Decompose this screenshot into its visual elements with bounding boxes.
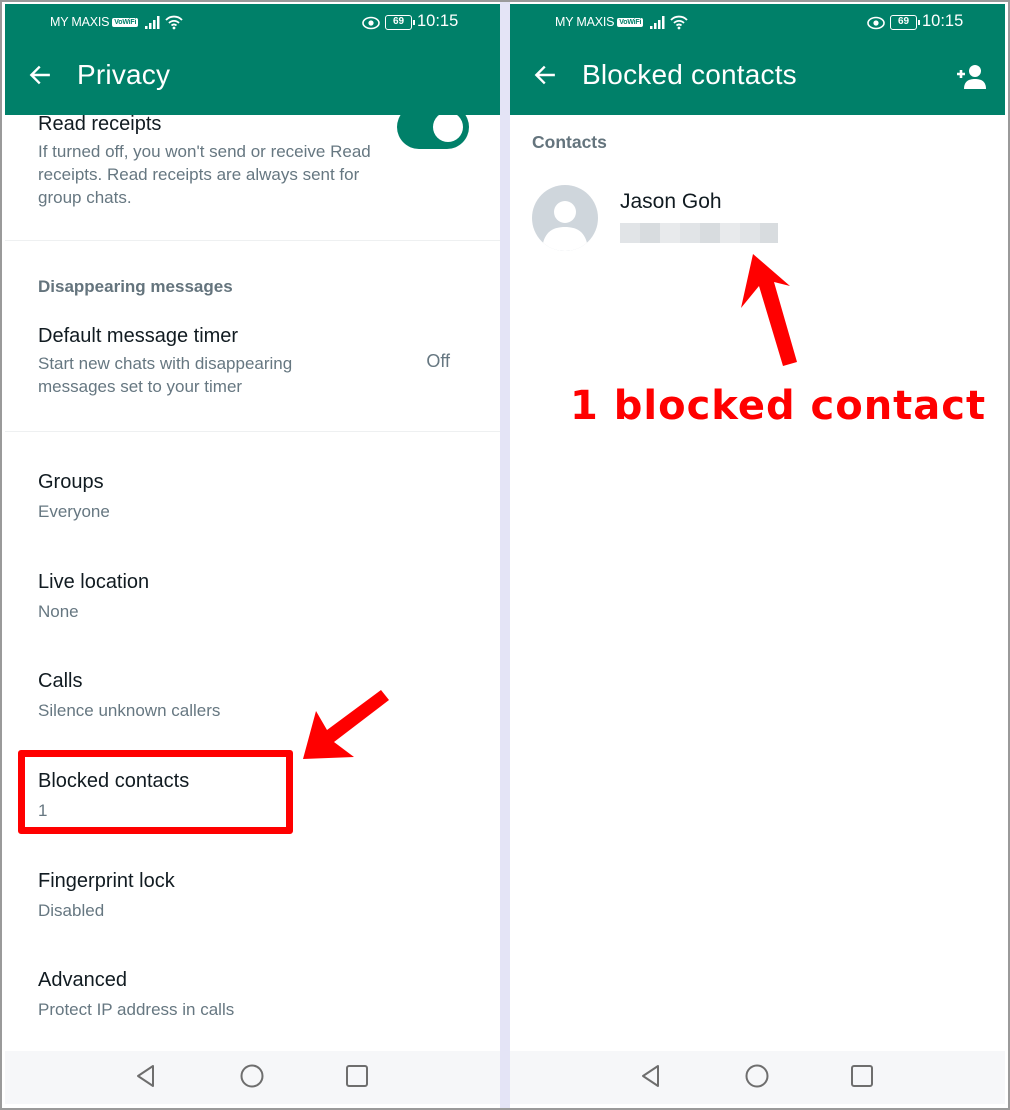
signal-icon	[650, 16, 665, 29]
privacy-screen: MY MAXIS VoWiFi 69 10:15 Privacy Read rec…	[5, 4, 500, 1104]
carrier-label: MY MAXIS VoWiFi	[555, 15, 644, 29]
nav-recents-icon[interactable]	[344, 1063, 370, 1089]
privacy-settings-list: Read receipts If turned off, you won't s…	[5, 115, 500, 1051]
page-title: Blocked contacts	[582, 59, 797, 90]
default-message-timer-setting[interactable]: Default message timer Start new chats wi…	[5, 325, 500, 398]
nav-back-icon[interactable]	[638, 1063, 664, 1089]
blocked-contacts-screen: MY MAXIS VoWiFi 69 10:15 Blocked contacts…	[510, 4, 1005, 1104]
system-nav-bar	[5, 1051, 500, 1104]
read-receipts-toggle[interactable]	[397, 115, 469, 149]
vowifi-badge: VoWiFi	[617, 18, 644, 27]
read-receipts-setting[interactable]: Read receipts If turned off, you won't s…	[5, 115, 500, 209]
back-arrow-icon[interactable]	[532, 62, 558, 88]
wifi-icon	[670, 15, 688, 30]
add-contact-icon[interactable]	[955, 64, 987, 90]
nav-home-icon[interactable]	[239, 1063, 265, 1089]
setting-description: If turned off, you won't send or receive…	[38, 142, 371, 207]
battery-icon: 69	[385, 15, 415, 30]
setting-value: Protect IP address in calls	[38, 1000, 235, 1019]
nav-home-icon[interactable]	[744, 1063, 770, 1089]
nav-back-icon[interactable]	[133, 1063, 159, 1089]
setting-title: Fingerprint lock	[38, 870, 175, 892]
default-avatar-icon	[543, 201, 587, 251]
app-bar: MY MAXIS VoWiFi 69 10:15 Privacy	[5, 4, 500, 115]
avatar	[532, 185, 598, 251]
setting-value: Disabled	[38, 901, 105, 920]
setting-advanced[interactable]: Advanced Protect IP address in calls	[5, 969, 500, 1021]
highlight-box-blocked-contacts	[18, 750, 293, 834]
setting-fingerprint-lock[interactable]: Fingerprint lock Disabled	[5, 870, 500, 922]
contact-name: Jason Goh	[620, 190, 722, 213]
section-header-contacts: Contacts	[532, 132, 607, 152]
back-arrow-icon[interactable]	[27, 62, 53, 88]
annotation-arrow-up-icon	[741, 254, 797, 366]
setting-live-location[interactable]: Live location None	[5, 571, 500, 623]
setting-calls[interactable]: Calls Silence unknown callers	[5, 670, 500, 722]
wifi-icon	[165, 15, 183, 30]
annotation-arrow-down-left-icon	[303, 690, 389, 759]
nav-recents-icon[interactable]	[849, 1063, 875, 1089]
toggle-knob	[433, 115, 463, 142]
setting-value: None	[38, 602, 79, 621]
setting-title: Default message timer	[38, 325, 239, 347]
setting-value: Everyone	[38, 502, 110, 521]
annotation-label: 1 blocked contact	[570, 383, 987, 429]
setting-title: Advanced	[38, 969, 127, 991]
carrier-label: MY MAXIS VoWiFi	[50, 15, 139, 29]
clock: 10:15	[417, 12, 459, 30]
setting-title: Live location	[38, 571, 150, 593]
setting-title: Groups	[38, 471, 104, 493]
battery-icon: 69	[890, 15, 920, 30]
timer-value: Off	[426, 351, 450, 371]
vowifi-badge: VoWiFi	[112, 18, 139, 27]
blocked-contact-item[interactable]: Jason Goh	[510, 177, 1005, 257]
setting-title: Calls	[38, 670, 83, 692]
clock: 10:15	[922, 12, 964, 30]
section-header-disappearing: Disappearing messages	[38, 277, 233, 296]
signal-icon	[145, 16, 160, 29]
setting-value: Silence unknown callers	[38, 701, 221, 720]
status-bar: MY MAXIS VoWiFi 69 10:15	[5, 12, 500, 34]
eye-comfort-icon	[362, 16, 380, 30]
screen-divider	[500, 2, 510, 1108]
setting-description: Start new chats with disappearing messag…	[38, 354, 293, 396]
eye-comfort-icon	[867, 16, 885, 30]
redacted-contact-status	[620, 223, 778, 243]
page-title: Privacy	[77, 59, 171, 90]
setting-groups[interactable]: Groups Everyone	[5, 471, 500, 523]
separator	[5, 431, 500, 432]
status-bar: MY MAXIS VoWiFi 69 10:15	[510, 12, 1005, 34]
app-bar: MY MAXIS VoWiFi 69 10:15 Blocked contacts	[510, 4, 1005, 115]
system-nav-bar	[510, 1051, 1005, 1104]
separator	[5, 240, 500, 241]
